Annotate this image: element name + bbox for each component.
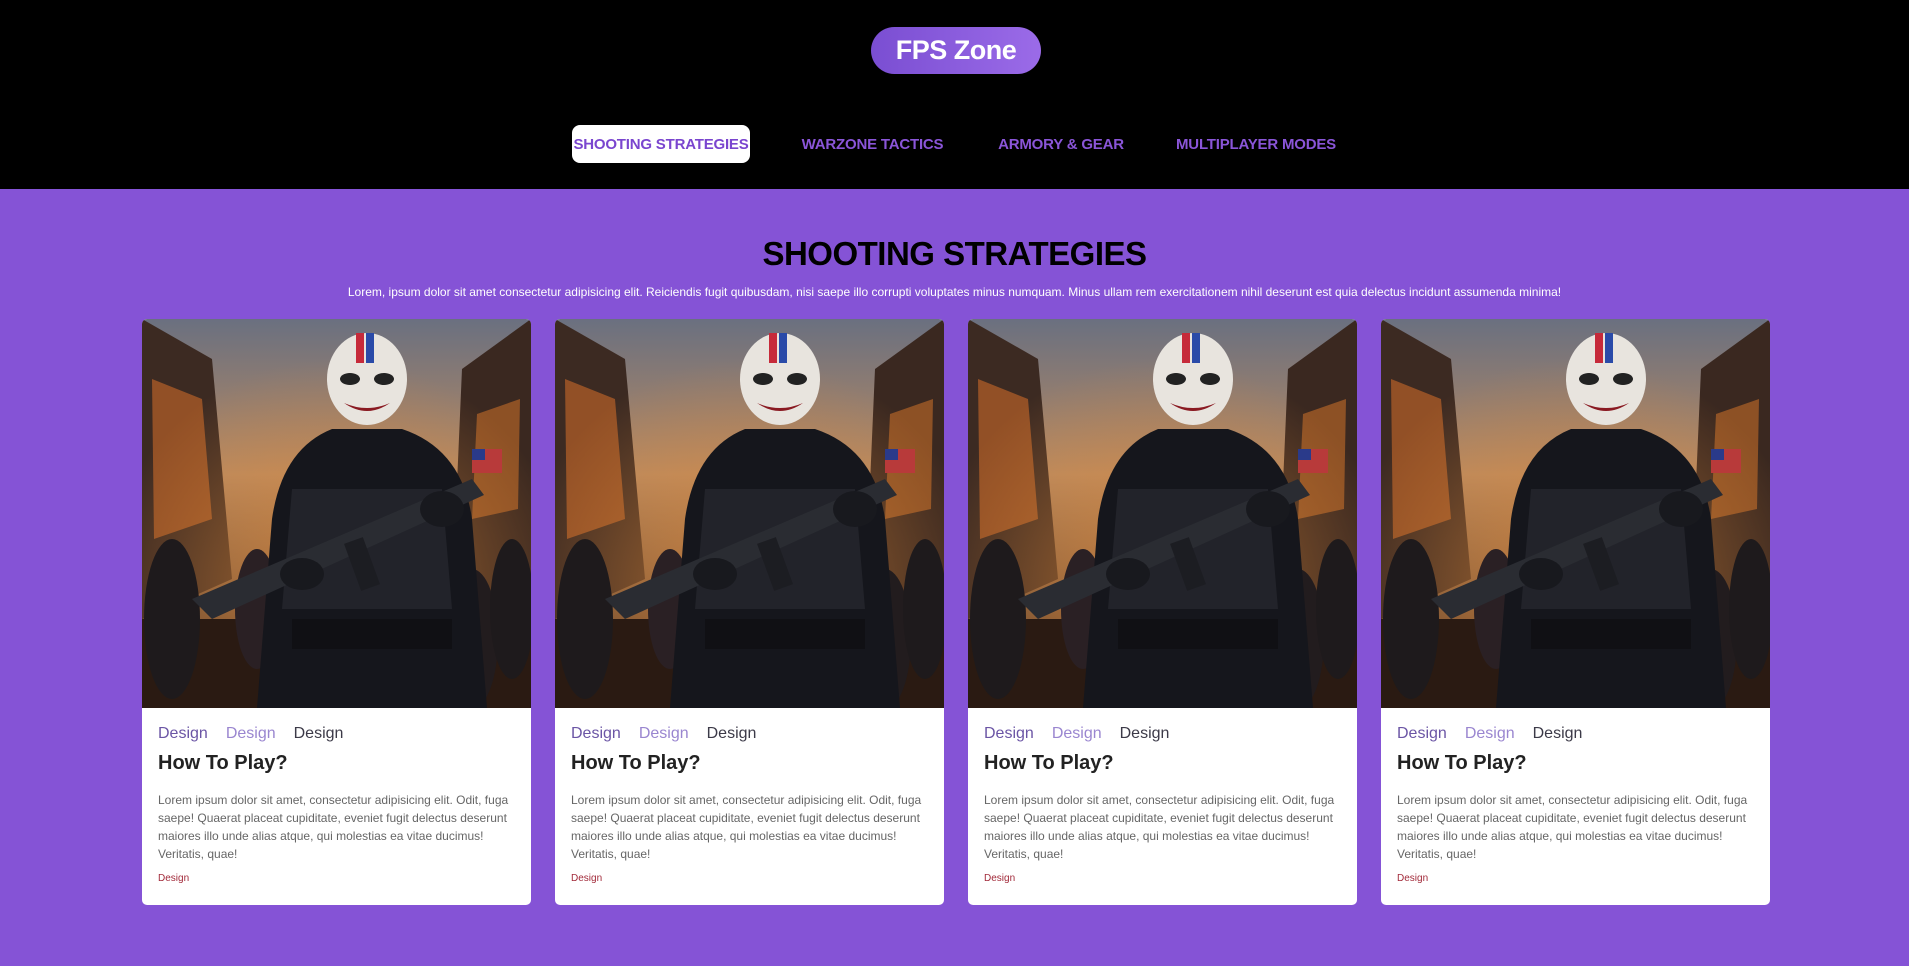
card-text: Lorem ipsum dolor sit amet, consectetur … bbox=[571, 793, 922, 861]
section-description: Lorem, ipsum dolor sit amet consectetur … bbox=[347, 285, 1562, 299]
card-tag[interactable]: Design bbox=[1120, 725, 1170, 743]
card-tag[interactable]: Design bbox=[707, 725, 757, 743]
card-tag[interactable]: Design bbox=[226, 725, 276, 743]
card-link[interactable]: Design bbox=[158, 873, 189, 884]
card-link[interactable]: Design bbox=[984, 873, 1015, 884]
card-tag[interactable]: Design bbox=[1533, 725, 1583, 743]
nav-shooting-strategies[interactable]: SHOOTING STRATEGIES bbox=[572, 125, 750, 163]
card-link[interactable]: Design bbox=[571, 873, 602, 884]
card-tag[interactable]: Design bbox=[158, 725, 208, 743]
card-image[interactable] bbox=[968, 319, 1357, 708]
card-link[interactable]: Design bbox=[1397, 873, 1428, 884]
masked-soldier-illustration-icon bbox=[555, 319, 944, 708]
article-card[interactable]: Design Design Design How To Play? Lorem … bbox=[555, 319, 944, 905]
brand-logo[interactable]: FPS Zone bbox=[871, 27, 1041, 74]
nav-armory-gear[interactable]: ARMORY & GEAR bbox=[994, 125, 1128, 163]
site-header: FPS Zone SHOOTING STRATEGIES WARZONE TAC… bbox=[0, 0, 1909, 189]
card-image[interactable] bbox=[142, 319, 531, 708]
card-text: Lorem ipsum dolor sit amet, consectetur … bbox=[984, 793, 1335, 861]
article-card[interactable]: Design Design Design How To Play? Lorem … bbox=[142, 319, 531, 905]
card-title[interactable]: How To Play? bbox=[158, 752, 288, 775]
card-tags: Design Design Design bbox=[984, 725, 1187, 743]
card-tag[interactable]: Design bbox=[1397, 725, 1447, 743]
card-title[interactable]: How To Play? bbox=[1397, 752, 1527, 775]
card-tag[interactable]: Design bbox=[571, 725, 621, 743]
card-tags: Design Design Design bbox=[1397, 725, 1600, 743]
card-tag[interactable]: Design bbox=[984, 725, 1034, 743]
card-tag[interactable]: Design bbox=[294, 725, 344, 743]
card-image[interactable] bbox=[555, 319, 944, 708]
article-card[interactable]: Design Design Design How To Play? Lorem … bbox=[1381, 319, 1770, 905]
content-section: SHOOTING STRATEGIES Lorem, ipsum dolor s… bbox=[0, 189, 1909, 966]
card-image[interactable] bbox=[1381, 319, 1770, 708]
card-tag[interactable]: Design bbox=[1052, 725, 1102, 743]
main-nav: SHOOTING STRATEGIES WARZONE TACTICS ARMO… bbox=[0, 125, 1909, 163]
card-tag[interactable]: Design bbox=[639, 725, 689, 743]
card-tags: Design Design Design bbox=[571, 725, 774, 743]
article-card[interactable]: Design Design Design How To Play? Lorem … bbox=[968, 319, 1357, 905]
card-tags: Design Design Design bbox=[158, 725, 361, 743]
card-title[interactable]: How To Play? bbox=[571, 752, 701, 775]
card-text: Lorem ipsum dolor sit amet, consectetur … bbox=[158, 793, 509, 861]
masked-soldier-illustration-icon bbox=[1381, 319, 1770, 708]
section-title: SHOOTING STRATEGIES bbox=[762, 235, 1147, 272]
masked-soldier-illustration-icon bbox=[142, 319, 531, 708]
card-tag[interactable]: Design bbox=[1465, 725, 1515, 743]
card-text: Lorem ipsum dolor sit amet, consectetur … bbox=[1397, 793, 1748, 861]
nav-multiplayer-modes[interactable]: MULTIPLAYER MODES bbox=[1174, 125, 1338, 163]
masked-soldier-illustration-icon bbox=[968, 319, 1357, 708]
card-title[interactable]: How To Play? bbox=[984, 752, 1114, 775]
nav-warzone-tactics[interactable]: WARZONE TACTICS bbox=[795, 125, 950, 163]
